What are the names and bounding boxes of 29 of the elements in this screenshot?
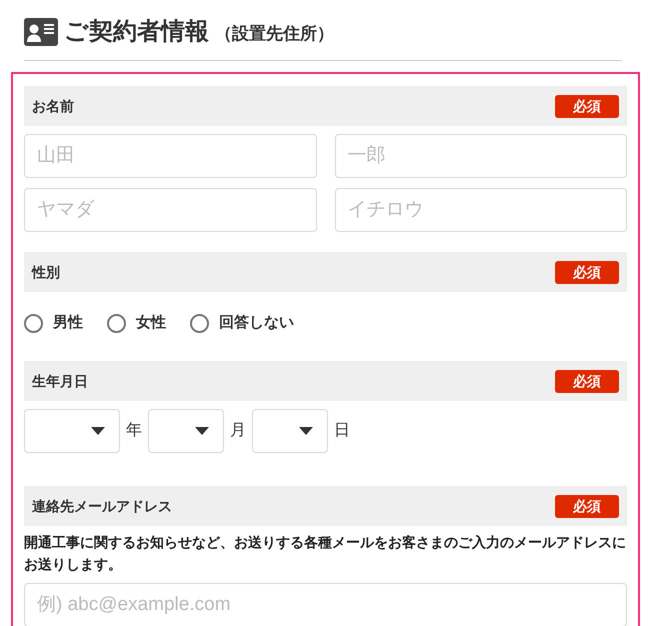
radio-option[interactable]: 男性 xyxy=(24,312,83,334)
unit-label: 年 xyxy=(126,421,142,441)
text-field[interactable]: 一郎 xyxy=(334,134,627,178)
caret-icon xyxy=(91,427,105,435)
section-label: お名前 xyxy=(32,96,74,116)
radio-button[interactable] xyxy=(24,314,43,332)
caret-icon xyxy=(299,427,313,435)
required-badge: 必須 xyxy=(555,94,619,118)
page-title: ご契約者情報 xyxy=(64,17,209,47)
id-card-icon xyxy=(24,18,58,46)
text-field[interactable]: ヤマダ xyxy=(24,188,316,232)
radio-option[interactable]: 女性 xyxy=(107,312,166,334)
required-badge: 必須 xyxy=(555,260,619,284)
text-field[interactable]: 山田 xyxy=(24,134,316,178)
caret-icon xyxy=(195,427,209,435)
section-label: 連絡先メールアドレス xyxy=(32,496,172,516)
page-subtitle: （設置先住所） xyxy=(215,22,334,45)
radio-button[interactable] xyxy=(190,314,209,332)
note-text: 開通工事に関するお知らせなど、お送りする各種メールをお客さまのご入力のメールアドレスにお送りします。 xyxy=(24,533,627,574)
radio-option[interactable]: 回答しない xyxy=(190,312,294,334)
required-badge: 必須 xyxy=(555,370,619,392)
unit-label: 日 xyxy=(334,421,350,441)
text-field[interactable]: イチロウ xyxy=(334,188,627,232)
text-field[interactable]: 例) abc@example.com xyxy=(24,583,627,626)
unit-label: 月 xyxy=(230,421,246,441)
radio-button[interactable] xyxy=(107,314,126,332)
section-label: 生年月日 xyxy=(32,372,88,390)
section-label: 性別 xyxy=(32,262,60,282)
required-badge: 必須 xyxy=(555,494,619,518)
